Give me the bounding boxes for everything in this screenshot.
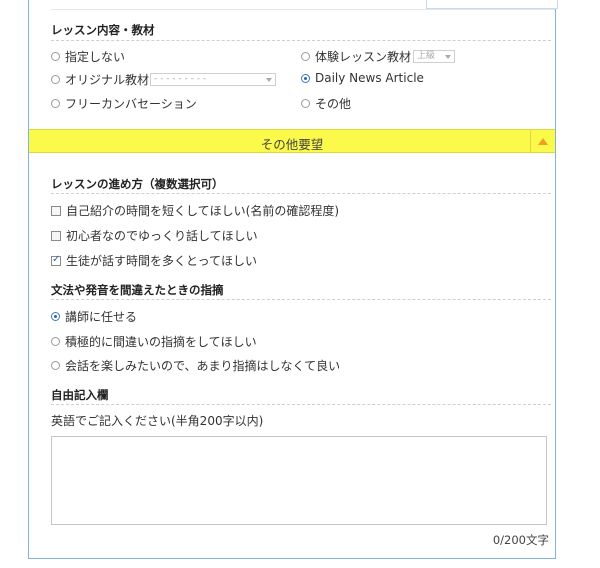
radio-option-leave-to-teacher[interactable]: 講師に任せる (51, 308, 137, 325)
section-title-lesson-content: レッスン内容・教材 (51, 23, 155, 37)
radio-button[interactable] (51, 99, 60, 108)
option-label: 自己紹介の時間を短くしてほしい(名前の確認程度) (66, 204, 340, 218)
option-label: その他 (315, 97, 352, 111)
free-text-instruction: 英語でご記入ください(半角200字以内) (51, 414, 264, 428)
top-divider (51, 9, 555, 10)
radio-button[interactable] (51, 361, 60, 370)
trial-level-select[interactable]: 上級 (413, 50, 456, 63)
radio-button[interactable] (301, 52, 310, 61)
checkbox[interactable] (51, 205, 61, 216)
radio-option-active-correction[interactable]: 積極的に間違いの指摘をしてほしい (51, 333, 257, 350)
radio-button[interactable] (51, 337, 60, 346)
radio-button[interactable] (301, 99, 310, 108)
radio-button[interactable] (51, 75, 60, 84)
checkbox-option-short-intro[interactable]: 自己紹介の時間を短くしてほしい(名前の確認程度) (51, 202, 339, 219)
original-material-select[interactable]: - - - - - - - - - (150, 73, 277, 86)
select-value: 上級 (417, 51, 436, 61)
section-title-lesson-style: レッスンの進め方（複数選択可） (51, 177, 224, 191)
other-requests-bar[interactable]: その他要望 (29, 129, 555, 153)
divider (51, 299, 551, 300)
checkbox[interactable] (51, 230, 61, 241)
option-label: 体験レッスン教材 (315, 50, 412, 64)
option-label: 初心者なのでゆっくり話してほしい (66, 229, 258, 243)
radio-option-daily-news[interactable]: Daily News Article (301, 71, 424, 85)
chevron-down-icon (445, 55, 452, 59)
option-label: 指定しない (65, 50, 126, 64)
section-title-free-text: 自由記入欄 (51, 388, 109, 402)
option-label: 講師に任せる (65, 310, 138, 324)
option-label: オリジナル教材 (65, 73, 150, 87)
divider (51, 193, 551, 194)
radio-button-selected[interactable] (51, 312, 60, 321)
radio-option-unspecified[interactable]: 指定しない (51, 48, 125, 65)
lesson-request-panel: レッスン内容・教材 指定しない オリジナル教材 - - - - - - - - … (28, 0, 558, 559)
option-label: 積極的に間違いの指摘をしてほしい (65, 335, 257, 349)
divider (51, 40, 551, 41)
free-text-textarea[interactable] (51, 436, 547, 525)
character-counter: 0/200文字 (492, 533, 549, 547)
checkbox-option-more-student-talk[interactable]: 生徒が話す時間を多くとってほしい (51, 252, 257, 269)
divider (51, 404, 551, 405)
triangle-up-icon (538, 138, 548, 145)
section-title-correction: 文法や発音を間違えたときの指摘 (51, 283, 224, 297)
section-title-other-requests: その他要望 (260, 137, 324, 152)
top-input-field[interactable] (426, 0, 558, 9)
checkbox-option-speak-slowly[interactable]: 初心者なのでゆっくり話してほしい (51, 227, 258, 244)
checkbox-checked[interactable] (51, 254, 61, 266)
chevron-down-icon (266, 78, 273, 82)
option-label: 会話を楽しみたいので、あまり指摘はしなくて良い (65, 359, 341, 373)
option-label: 生徒が話す時間を多くとってほしい (66, 254, 258, 268)
radio-option-free-conversation[interactable]: フリーカンバセーション (51, 95, 197, 112)
radio-option-original-material[interactable]: オリジナル教材 - - - - - - - - - (51, 71, 277, 88)
collapse-toggle[interactable] (530, 130, 555, 152)
radio-option-trial-material[interactable]: 体験レッスン教材 上級 (301, 48, 456, 65)
select-value: - - - - - - - - - (154, 74, 207, 84)
option-label: フリーカンバセーション (65, 97, 197, 111)
radio-option-other[interactable]: その他 (301, 95, 351, 112)
radio-button-selected[interactable] (301, 73, 310, 83)
radio-button[interactable] (51, 52, 60, 61)
option-label: Daily News Article (315, 71, 424, 85)
radio-option-minimal-correction[interactable]: 会話を楽しみたいので、あまり指摘はしなくて良い (51, 357, 340, 374)
